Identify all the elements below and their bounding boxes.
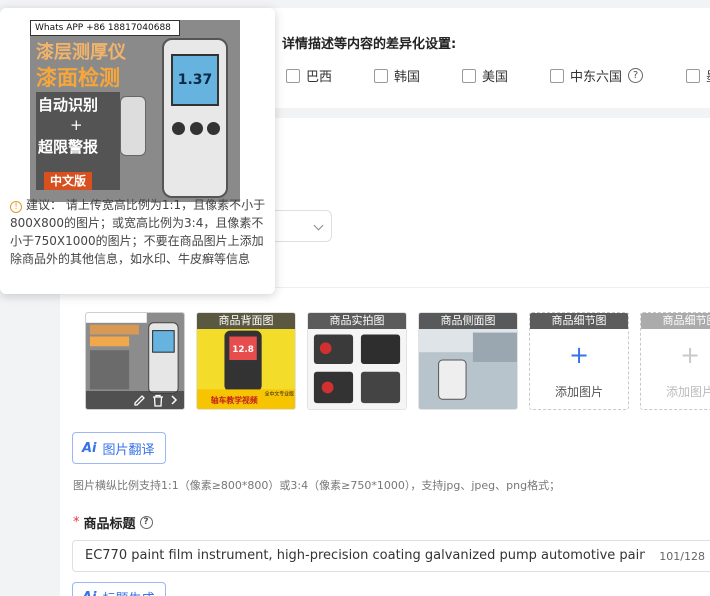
chevron-down-icon <box>313 220 324 231</box>
country-label: 中东六国 <box>570 70 623 85</box>
whatsapp-banner: Whats APP +86 18817040688 <box>30 20 180 36</box>
title-generate-button[interactable]: Ai 标题生成 <box>72 582 166 596</box>
product-headline-1: 漆层测厚仪 <box>36 42 126 63</box>
trash-icon[interactable] <box>152 394 164 407</box>
required-mark: * <box>73 515 80 530</box>
main-image-preview: Whats APP +86 18817040688 漆层测厚仪 漆面检测 自动识… <box>30 20 240 202</box>
checkbox[interactable] <box>462 68 476 83</box>
country-label: 巴西 <box>306 70 333 85</box>
image-slot-real-shot[interactable]: 商品实拍图 <box>307 312 407 410</box>
product-title-text: 商品标题 <box>83 517 136 532</box>
feature-auto-detect: 自动识别 <box>38 96 99 114</box>
help-icon[interactable]: ? <box>628 68 644 83</box>
plus-icon[interactable]: + <box>530 341 628 369</box>
country-option-brazil[interactable]: 巴西 <box>286 66 332 85</box>
upload-suggestion: ! 建议： 请上传宽高比例为1:1，且像素不小于800X800的图片；或宽高比例为… <box>10 196 270 268</box>
image-slot-caption: 商品背面图 <box>197 313 295 329</box>
character-counter: 101/128 <box>659 550 705 563</box>
back-thumb-badge: 全中文专业版 <box>265 390 294 397</box>
country-option-usa[interactable]: 美国 <box>462 66 508 85</box>
checkbox[interactable] <box>550 68 564 83</box>
country-label: 墨 <box>706 66 710 85</box>
image-translate-label: 图片翻译 <box>102 442 155 458</box>
product-title-label: * 商品标题 ? <box>73 513 153 532</box>
product-title-value[interactable]: EC770 paint film instrument, high-precis… <box>85 548 645 563</box>
chinese-version-badge: 中文版 <box>44 172 93 190</box>
variation-settings-card: 详情描述等内容的差异化设置: 巴西 韩国 美国 中东六国 ? 墨 <box>262 8 710 108</box>
country-label: 韩国 <box>394 70 421 85</box>
image-slot-main[interactable] <box>85 312 185 410</box>
variation-settings-heading: 详情描述等内容的差异化设置: <box>282 37 457 52</box>
upload-suggestion-text: 建议： 请上传宽高比例为1:1，且像素不小于800X800的图片；或宽高比例为3… <box>10 198 266 266</box>
country-option-gcc[interactable]: 中东六国 ? <box>550 66 644 85</box>
image-preview-popover: Whats APP +86 18817040688 漆层测厚仪 漆面检测 自动识… <box>0 8 275 294</box>
product-title-input[interactable]: EC770 paint film instrument, high-precis… <box>72 540 710 572</box>
title-generate-label: 标题生成 <box>103 588 155 596</box>
warning-icon: ! <box>10 201 22 213</box>
country-option-mexico[interactable]: 墨 <box>686 66 710 85</box>
add-image-label: 添加图片 <box>554 385 603 399</box>
feature-plus: + <box>70 116 83 134</box>
image-slot-detail-disabled: 商品细节图 + 添加图片 <box>640 312 710 410</box>
country-label: 美国 <box>482 70 509 85</box>
back-thumb-footer: 轴车教学视频 <box>211 395 258 405</box>
image-slot-caption: 商品细节图 <box>530 313 628 329</box>
ai-icon: Ai <box>82 590 97 596</box>
edit-icon[interactable] <box>133 394 146 407</box>
image-slot-detail-add[interactable]: 商品细节图 + 添加图片 <box>529 312 629 410</box>
product-headline-2: 漆面检测 <box>36 66 120 90</box>
plus-icon: + <box>679 341 701 369</box>
checkbox[interactable] <box>286 68 300 83</box>
add-image-label: 添加图片 <box>665 385 710 399</box>
image-slot-caption: 商品实拍图 <box>308 313 406 329</box>
checkbox[interactable] <box>686 68 700 83</box>
feature-over-limit-alarm: 超限警报 <box>38 138 99 156</box>
image-format-hint: 图片横纵比例支持1:1（像素≥800*800）或3:4（像素≥750*1000）… <box>73 479 561 492</box>
back-thumb-reading: 12.8 <box>232 345 254 355</box>
image-slot-caption: 商品细节图 <box>641 313 710 329</box>
device-screen: 1.37 <box>171 54 219 106</box>
image-slot-caption: 商品侧面图 <box>419 313 517 329</box>
image-tool-bar <box>86 391 184 409</box>
checkbox[interactable] <box>374 68 388 83</box>
gauge-device-image: 1.37 <box>162 38 228 198</box>
image-translate-button[interactable]: Ai 图片翻译 <box>72 432 166 464</box>
device-buttons <box>172 122 220 135</box>
country-option-korea[interactable]: 韩国 <box>374 66 420 85</box>
image-slot-side[interactable]: 商品侧面图 <box>418 312 518 410</box>
image-slot-back[interactable]: 12.8 轴车教学视频 全中文专业版 商品背面图 <box>196 312 296 410</box>
help-icon[interactable]: ? <box>139 516 153 529</box>
probe-device-image <box>120 96 146 156</box>
chevron-right-icon[interactable] <box>170 394 178 406</box>
ai-icon: Ai <box>82 440 97 456</box>
